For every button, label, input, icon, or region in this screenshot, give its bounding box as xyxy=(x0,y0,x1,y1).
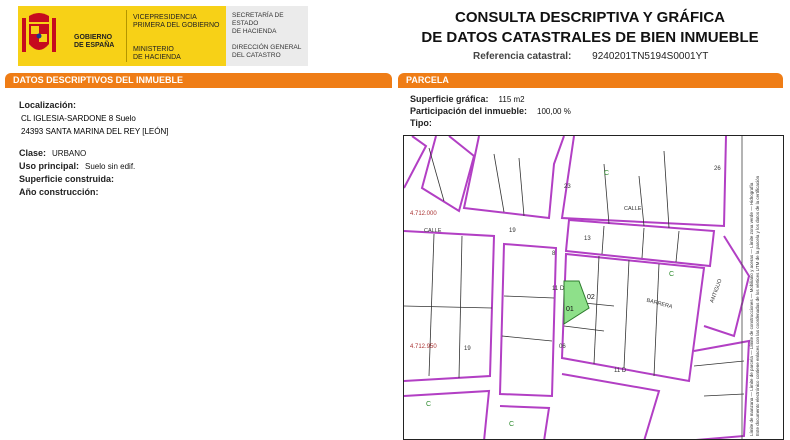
ref-label: Referencia catastral: xyxy=(473,51,572,62)
address-line2: 24393 SANTA MARINA DEL REY [LEÓN] xyxy=(21,127,169,136)
superficie-construida-row: Superficie construida: xyxy=(19,174,114,184)
logo-divider xyxy=(126,10,127,62)
block-boundary xyxy=(564,218,716,268)
block-boundary xyxy=(462,136,565,220)
participacion-label: Participación del inmueble: xyxy=(410,106,528,116)
coat-of-arms-icon xyxy=(22,13,56,52)
parcel-label: 01 xyxy=(566,306,574,313)
referencia-catastral: Referencia catastral: 9240201TN5194S0001… xyxy=(473,51,708,62)
block-boundary xyxy=(404,136,428,189)
green-zone-mark: C xyxy=(669,271,675,278)
house-number: 11 D xyxy=(552,286,565,292)
cadastral-map-drawing xyxy=(404,136,751,439)
section-bar-datos: DATOS DESCRIPTIVOS DEL INMUEBLE xyxy=(5,73,392,88)
block-boundary xyxy=(693,339,751,439)
superficie-grafica-value: 115 m2 xyxy=(498,95,525,104)
tipo-label: Tipo: xyxy=(410,118,432,128)
uso-value: Suelo sin edif. xyxy=(85,162,136,171)
block-boundary xyxy=(404,389,491,439)
direccion-text: DIRECCIÓN GENERAL DEL CATASTRO xyxy=(232,44,302,59)
uso-label: Uso principal: xyxy=(19,161,80,171)
house-number: 8 xyxy=(552,251,556,257)
house-number: 19 xyxy=(509,228,516,234)
map-legend: Límite de manzana — Límite de parcela — … xyxy=(749,175,760,436)
house-number: 23 xyxy=(564,184,571,190)
street-label: CALLE xyxy=(624,206,642,212)
anio-label: Año construcción: xyxy=(19,187,99,197)
green-zone-mark: C xyxy=(426,401,432,408)
highlighted-parcel[interactable] xyxy=(563,280,590,325)
localizacion-block: Localización: xyxy=(19,100,76,110)
parcel-label: 02 xyxy=(587,294,595,301)
block-boundary xyxy=(560,136,727,228)
street-label: CALLE xyxy=(424,228,442,234)
green-zone-mark: C xyxy=(604,170,610,177)
address-line1: CL IGLESIA-SARDONE 8 Suelo xyxy=(21,114,136,123)
block-boundary xyxy=(498,242,558,398)
coord-label: 4.712.950 xyxy=(410,344,437,350)
clase-value: URBANO xyxy=(52,149,87,158)
clase-row: Clase: URBANO xyxy=(19,148,86,158)
house-number: 11 D xyxy=(614,368,627,374)
page-title: CONSULTA DESCRIPTIVA Y GRÁFICA DE DATOS … xyxy=(421,9,759,46)
localizacion-label: Localización: xyxy=(19,100,77,110)
superficie-grafica-row: Superficie gráfica: 115 m2 xyxy=(410,94,525,104)
section-bar-parcela: PARCELA xyxy=(398,73,783,88)
clase-label: Clase: xyxy=(19,148,47,158)
participacion-value: 100,00 % xyxy=(537,107,571,116)
header: GOBIERNO DE ESPAÑA VICEPRESIDENCIA PRIME… xyxy=(0,0,790,70)
secretaria-text: SECRETARÍA DE ESTADO DE HACIENDA xyxy=(232,12,284,35)
superficie-construida-label: Superficie construida: xyxy=(19,174,115,184)
uso-row: Uso principal: Suelo sin edif. xyxy=(19,161,135,171)
logo-vicepresidencia-text: VICEPRESIDENCIA PRIMERA DEL GOBIERNO xyxy=(133,14,220,29)
block-boundary xyxy=(560,252,706,383)
participacion-row: Participación del inmueble: 100,00 % xyxy=(410,106,571,116)
ref-value[interactable]: 9240201TN5194S0001YT xyxy=(592,51,708,62)
green-zone-mark: C xyxy=(509,421,515,428)
logo-ministerio-text: MINISTERIO DE HACIENDA xyxy=(133,46,181,61)
logo-gobierno-text: GOBIERNO DE ESPAÑA xyxy=(74,34,115,49)
cadastral-map[interactable]: 4.712.000 4.712.950 CALLE CALLE BARRERA … xyxy=(403,135,784,440)
gobierno-logo-band: GOBIERNO DE ESPAÑA VICEPRESIDENCIA PRIME… xyxy=(18,6,226,66)
coord-label: 4.712.000 xyxy=(410,211,437,217)
tipo-row: Tipo: xyxy=(410,118,432,128)
block-boundary xyxy=(499,405,551,439)
house-number: 13 xyxy=(584,236,591,242)
superficie-grafica-label: Superficie gráfica: xyxy=(410,94,489,104)
anio-row: Año construcción: xyxy=(19,187,99,197)
secretaria-band: SECRETARÍA DE ESTADO DE HACIENDA DIRECCI… xyxy=(226,6,308,66)
house-number: 26 xyxy=(714,166,721,172)
block-boundary xyxy=(561,373,661,439)
house-number: 19 xyxy=(464,346,471,352)
house-number: 06 xyxy=(559,344,566,350)
